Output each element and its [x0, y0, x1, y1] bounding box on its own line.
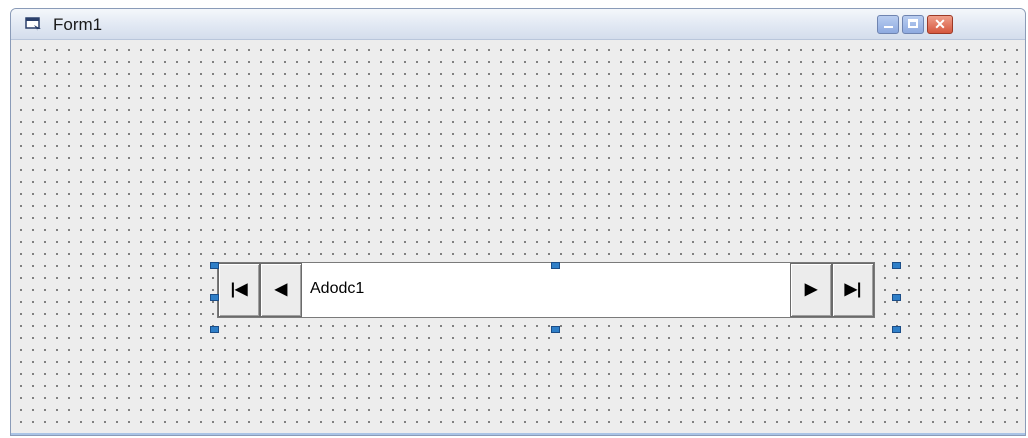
form-window[interactable]: Form1 ✕	[10, 8, 1026, 436]
resize-handle-bottom-left[interactable]	[210, 326, 219, 333]
close-button[interactable]: ✕	[927, 15, 953, 34]
resize-handle-top-right[interactable]	[892, 262, 901, 269]
resize-handle-bottom-center[interactable]	[551, 326, 560, 333]
form-icon	[25, 16, 43, 32]
last-record-icon: ▶|	[844, 281, 862, 298]
maximize-button[interactable]	[902, 15, 924, 34]
minimize-button[interactable]	[877, 15, 899, 34]
window-title: Form1	[53, 15, 103, 34]
minimize-icon	[884, 26, 893, 28]
previous-record-icon: ◀	[274, 281, 288, 298]
next-record-button[interactable]: ▶	[790, 263, 832, 317]
adodc-control[interactable]: |◀ ◀ Adodc1 ▶ ▶|	[217, 262, 875, 318]
resize-handle-bottom-right[interactable]	[892, 326, 901, 333]
previous-record-button[interactable]: ◀	[260, 263, 302, 317]
adodc-caption: Adodc1	[310, 280, 365, 297]
form-bottom-border	[11, 433, 1025, 435]
resize-handle-middle-right[interactable]	[892, 294, 901, 301]
next-record-icon: ▶	[804, 281, 818, 298]
last-record-button[interactable]: ▶|	[832, 263, 874, 317]
maximize-icon	[908, 19, 918, 28]
title-bar[interactable]: Form1 ✕	[11, 9, 1025, 40]
resize-handle-top-center[interactable]	[551, 262, 560, 269]
first-record-icon: |◀	[230, 281, 248, 298]
first-record-button[interactable]: |◀	[218, 263, 260, 317]
resize-handle-top-left[interactable]	[210, 262, 219, 269]
close-icon: ✕	[934, 16, 946, 32]
resize-handle-middle-left[interactable]	[210, 294, 219, 301]
form-design-surface[interactable]	[11, 40, 1025, 435]
